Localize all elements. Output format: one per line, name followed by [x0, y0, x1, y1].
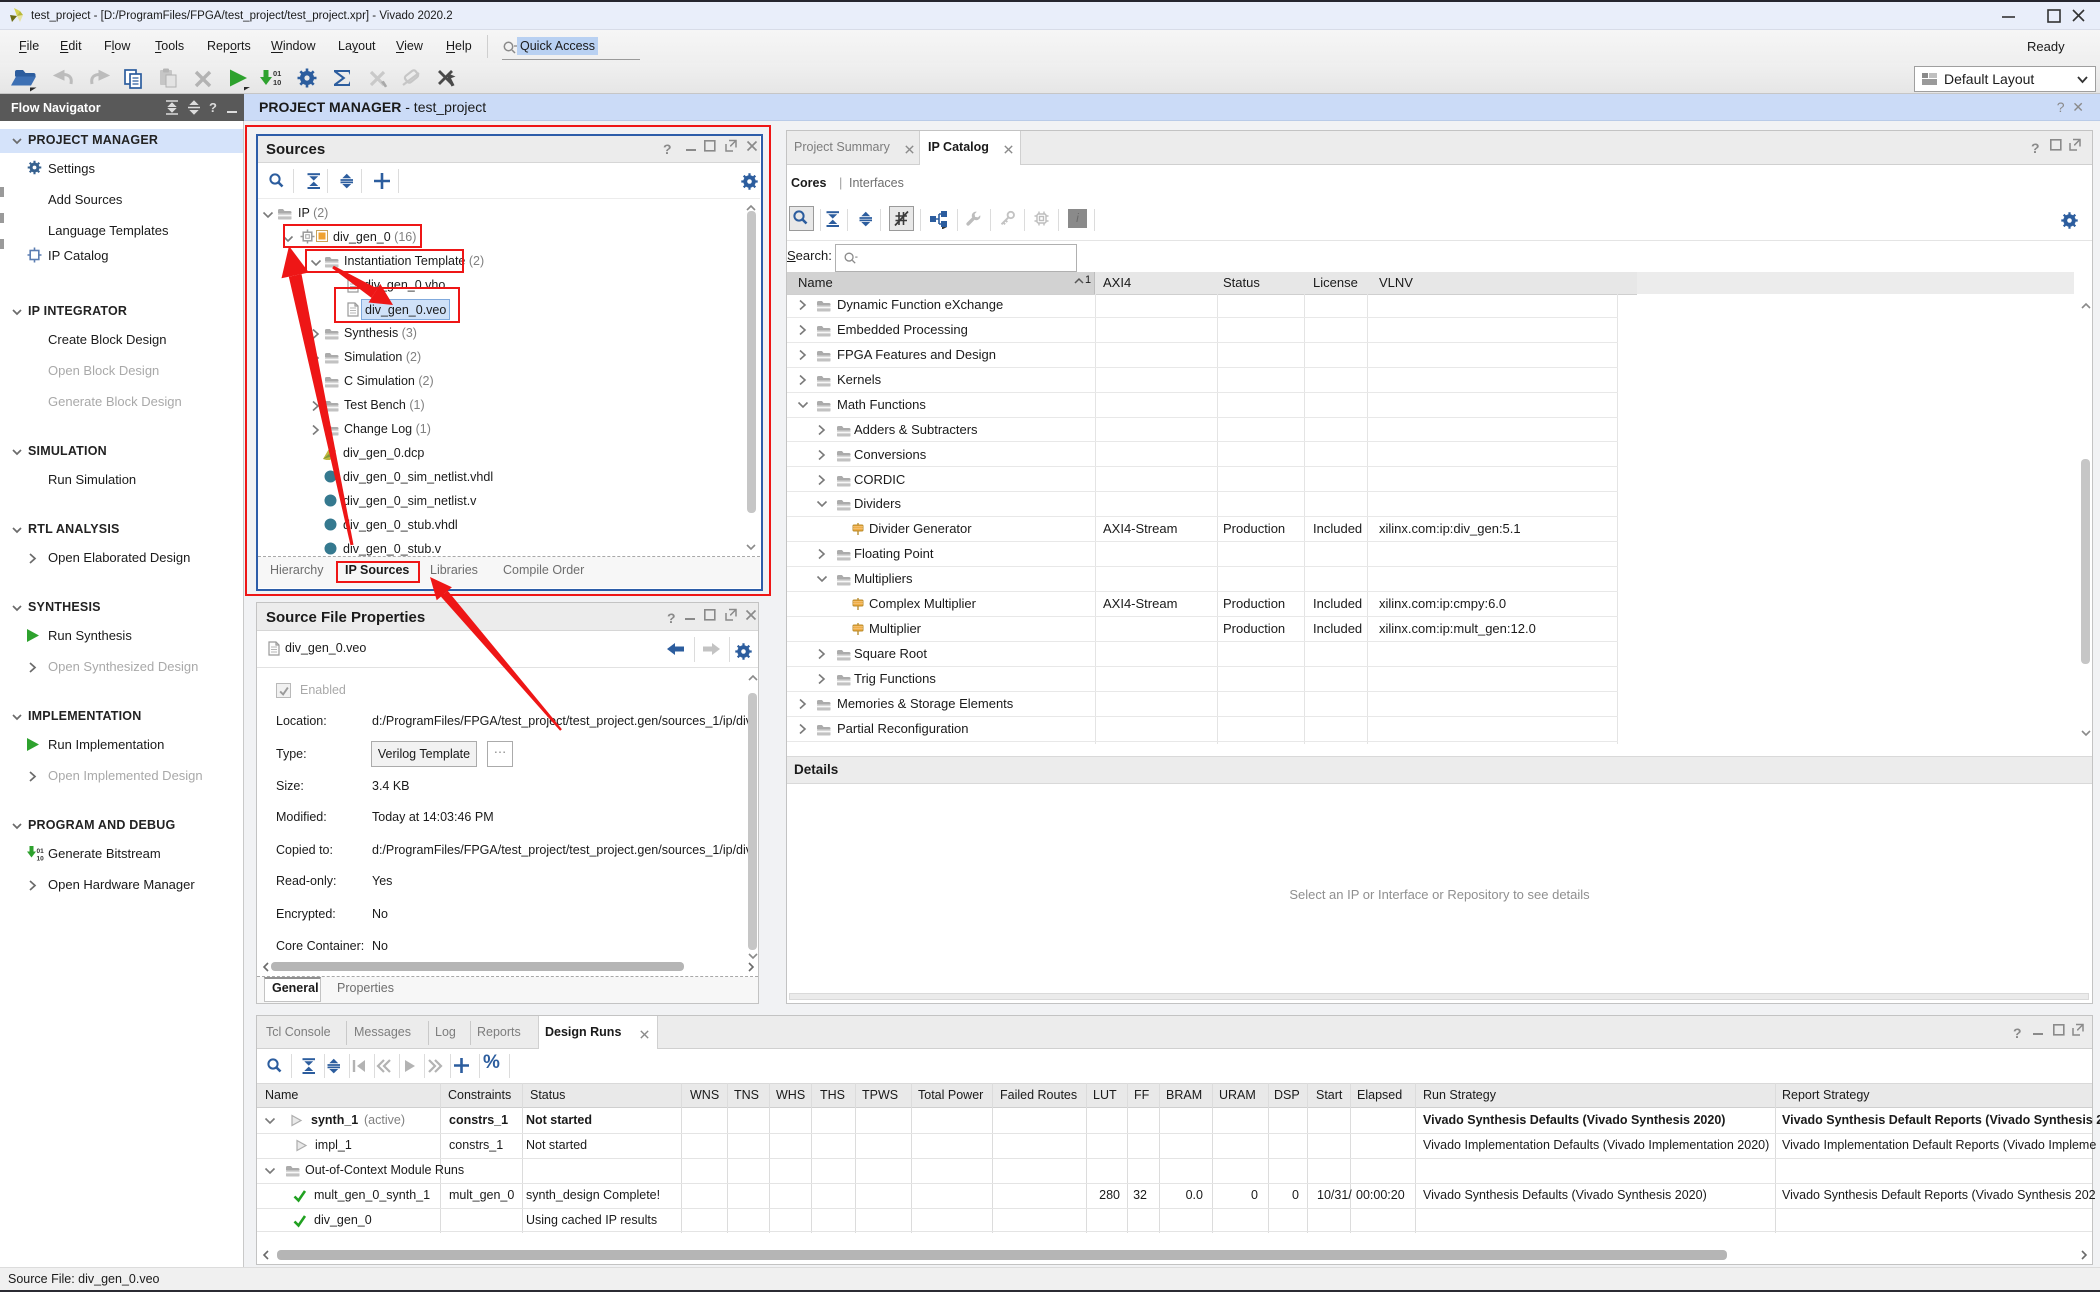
svg-text:01: 01 — [273, 69, 281, 78]
svg-text:10: 10 — [273, 78, 281, 87]
svg-text:01: 01 — [37, 848, 45, 855]
svg-text:10: 10 — [37, 856, 45, 862]
svg-text:?: ? — [209, 100, 217, 115]
